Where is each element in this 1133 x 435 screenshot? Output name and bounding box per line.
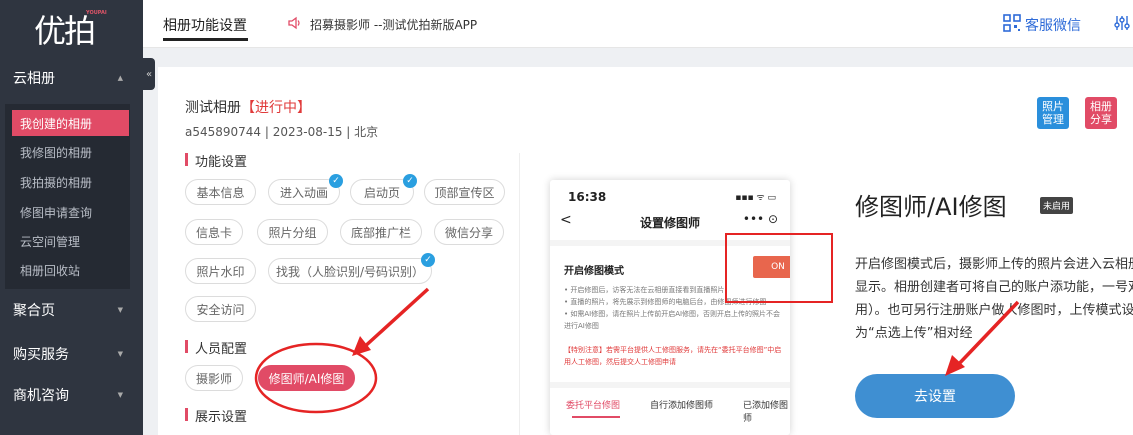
chip-label: 找我（人脸识别/号码识别）: [275, 264, 425, 279]
subnav-item-label: 我修图的相册: [20, 145, 93, 160]
chip-watermark[interactable]: 照片水印: [185, 258, 256, 284]
qr-code-icon[interactable]: [1003, 14, 1021, 32]
chip-label: 基本信息: [196, 185, 245, 200]
chip-basic-info[interactable]: 基本信息: [185, 179, 256, 205]
nav-section-purchase[interactable]: 购买服务 ▼: [0, 332, 143, 376]
tab-active-underline: [163, 38, 248, 41]
phone-tab-add-retoucher: 自行添加修图师: [650, 401, 714, 411]
chip-label: 修图师/AI修图: [268, 371, 345, 386]
sidebar: 优拍 YOUPAI 云相册 ▲ 我创建的相册 我修图的相册 我拍摄的相册 修图申…: [0, 0, 143, 435]
subnav-item-my-created[interactable]: 我创建的相册: [12, 110, 129, 136]
chip-splash-page[interactable]: 启动页 ✓: [350, 174, 417, 205]
chip-label: 照片水印: [196, 264, 245, 279]
chip-label: 底部推广栏: [350, 225, 411, 240]
nav-section-label: 聚合页: [13, 303, 55, 319]
feature-status-badge: 未启用: [1040, 197, 1074, 214]
annotation-highlight-box: [725, 233, 833, 303]
feature-title: 修图师/AI修图: [855, 193, 1007, 221]
chip-photo-group[interactable]: 照片分组: [257, 219, 328, 245]
column-divider: [519, 153, 520, 435]
retouch-special-note: 【特别注意】若需平台提供人工修图服务，请先在“委托平台修图”中启用人工修图，然后…: [564, 346, 782, 366]
chip-label: 安全访问: [196, 302, 245, 317]
caret-down-icon: ▼: [117, 306, 123, 314]
nav-section-label: 购买服务: [13, 347, 69, 363]
subnav-item-label: 相册回收站: [20, 263, 81, 278]
phone-time: 16:38: [568, 190, 607, 204]
chip-wechat-share[interactable]: 微信分享: [434, 219, 504, 245]
album-meta: a545890744 | 2023-08-15 | 北京: [185, 125, 379, 139]
subnav-item-retouch-request[interactable]: 修图申请查询: [5, 199, 130, 225]
phone-tab-platform-retouch: 委托平台修图: [566, 401, 621, 411]
nav-section-cloud-album[interactable]: 云相册 ▲: [0, 56, 143, 100]
nav-section-business[interactable]: 商机咨询 ▼: [0, 373, 143, 417]
subnav-item-my-retouched[interactable]: 我修图的相册: [5, 139, 130, 165]
chip-label: 微信分享: [444, 225, 493, 240]
phone-separator: [550, 382, 790, 388]
tab-album-settings[interactable]: 相册功能设置: [163, 15, 247, 35]
subnav-item-label: 我拍摄的相册: [20, 175, 93, 190]
sidebar-collapse-toggle[interactable]: «: [143, 58, 155, 90]
announcement-text[interactable]: 招募摄影师 --测试优拍新版APP: [310, 16, 477, 33]
logo-mini-text: YOUPAI: [86, 10, 107, 16]
album-title: 测试相册【进行中】: [185, 97, 311, 117]
caret-down-icon: ▼: [117, 391, 123, 399]
chip-label: 照片分组: [268, 225, 317, 240]
chip-label: 启动页: [363, 185, 400, 200]
chip-label: 顶部宣传区: [434, 185, 495, 200]
album-status: 【进行中】: [241, 100, 311, 116]
subnav-item-label: 我创建的相册: [20, 116, 93, 131]
feature-description: 开启修图模式后，摄影师上传的照片会进入云相册显示。相册创建者可将自己的账户添功能…: [855, 257, 1133, 341]
section-staff-config: 人员配置: [185, 338, 247, 357]
check-icon: ✓: [403, 174, 417, 188]
subnav-item-label: 云空间管理: [20, 234, 81, 249]
brand-logo[interactable]: 优拍 YOUPAI: [28, 6, 108, 50]
nav-section-aggregate-page[interactable]: 聚合页 ▼: [0, 288, 143, 332]
phone-preview: 16:38 ▪▪▪ ᯤ ▭ < 设置修图师 ••• ⊙ 开启修图模式 ON • …: [550, 180, 790, 435]
album-share-button[interactable]: 相册分享: [1085, 97, 1117, 129]
photo-manage-button[interactable]: 照片管理: [1037, 97, 1069, 129]
phone-tab-added-retouchers: 已添加修图师: [743, 401, 789, 424]
chip-bottom-banner[interactable]: 底部推广栏: [340, 219, 422, 245]
chip-find-me[interactable]: 找我（人脸识别/号码识别） ✓: [268, 253, 435, 284]
subnav-cloud-album: 我创建的相册 我修图的相册 我拍摄的相册 修图申请查询 云空间管理 相册回收站: [5, 104, 130, 289]
nav-section-label: 云相册: [13, 71, 55, 87]
go-setup-button[interactable]: 去设置: [855, 374, 1015, 418]
album-name: 测试相册: [185, 100, 241, 116]
chip-secure-access[interactable]: 安全访问: [185, 296, 256, 322]
phone-tab-underline: [572, 416, 620, 418]
subnav-item-label: 修图申请查询: [20, 205, 93, 220]
nav-section-label: 商机咨询: [13, 388, 69, 404]
caret-up-icon: ▲: [117, 74, 123, 82]
logo-text: 优拍: [34, 12, 96, 50]
subnav-item-cloud-space[interactable]: 云空间管理: [5, 228, 130, 254]
chip-label: 进入动画: [279, 185, 328, 200]
sliders-icon[interactable]: [1113, 14, 1131, 32]
customer-service-wechat-link[interactable]: 客服微信: [1025, 15, 1081, 35]
settings-card: 测试相册【进行中】 a545890744 | 2023-08-15 | 北京 照…: [158, 67, 1133, 435]
check-icon: ✓: [329, 174, 343, 188]
chip-top-promo[interactable]: 顶部宣传区: [424, 179, 505, 205]
phone-status-icons: ▪▪▪ ᯤ ▭: [735, 193, 776, 203]
chip-entry-animation[interactable]: 进入动画 ✓: [268, 174, 343, 205]
subnav-item-my-shot[interactable]: 我拍摄的相册: [5, 169, 130, 195]
subnav-item-recycle-bin[interactable]: 相册回收站: [5, 257, 130, 283]
topbar: 相册功能设置 招募摄影师 --测试优拍新版APP 客服微信: [143, 0, 1133, 48]
chip-photographer[interactable]: 摄影师: [185, 365, 243, 391]
chip-label: 信息卡: [195, 225, 232, 240]
caret-down-icon: ▼: [117, 350, 123, 358]
speaker-icon: [288, 16, 300, 30]
retouch-mode-label: 开启修图模式: [564, 266, 624, 277]
chip-info-card[interactable]: 信息卡: [185, 219, 243, 245]
section-display-settings: 展示设置: [185, 406, 247, 425]
check-icon: ✓: [421, 253, 435, 267]
more-options-icon: ••• ⊙: [742, 212, 778, 226]
section-function-settings: 功能设置: [185, 151, 247, 170]
chip-label: 摄影师: [195, 371, 232, 386]
chip-retoucher-ai[interactable]: 修图师/AI修图: [258, 365, 355, 391]
